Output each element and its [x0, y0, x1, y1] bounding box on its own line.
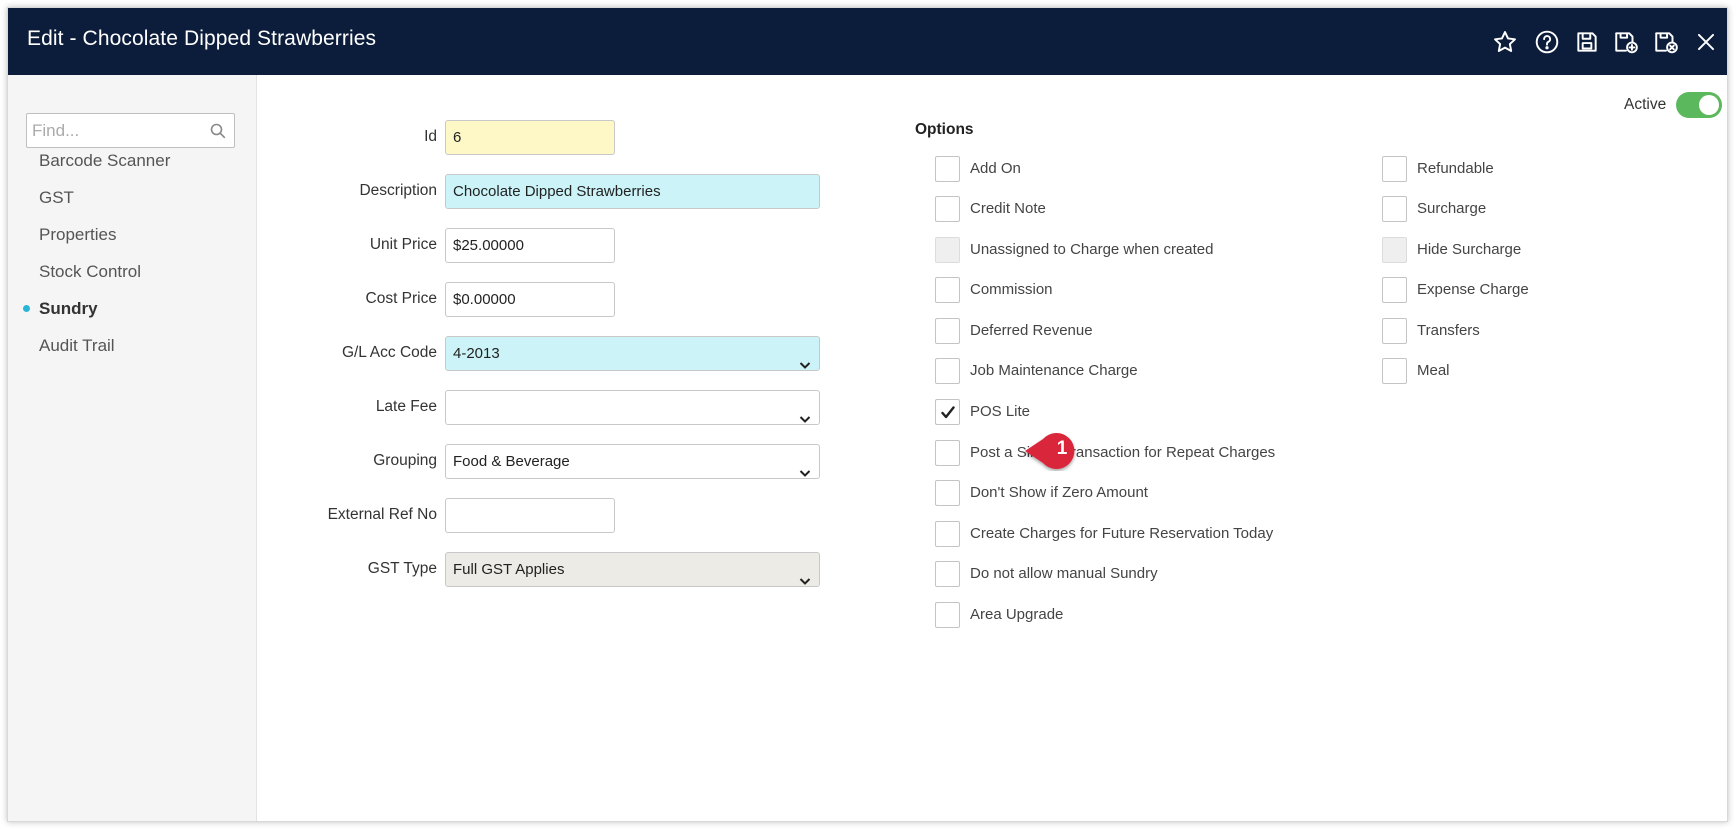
title-bar: Edit - Chocolate Dipped Strawberries: [8, 8, 1727, 75]
option-label: Credit Note: [970, 200, 1046, 217]
option-label: Job Maintenance Charge: [970, 362, 1138, 379]
option-label: Area Upgrade: [970, 606, 1064, 623]
id-field[interactable]: 6: [445, 120, 615, 155]
description-field[interactable]: Chocolate Dipped Strawberries: [445, 174, 820, 209]
option-label: Meal: [1417, 362, 1450, 379]
chevron-down-icon: [799, 349, 811, 369]
sidebar-item-audit-trail[interactable]: Audit Trail: [39, 336, 115, 356]
unit-price-field[interactable]: $25.00000: [445, 228, 615, 263]
sidebar-item-barcode-scanner[interactable]: Barcode Scanner: [39, 151, 170, 171]
late-fee-select[interactable]: [445, 390, 820, 425]
star-icon[interactable]: [1492, 29, 1518, 55]
toggle-knob: [1699, 95, 1719, 115]
checkbox[interactable]: [1382, 196, 1407, 222]
sidebar-item-properties[interactable]: Properties: [39, 225, 116, 245]
checkbox-disabled: [935, 237, 960, 263]
gl-acc-code-label: G/L Acc Code: [341, 344, 437, 361]
help-icon[interactable]: [1534, 29, 1560, 55]
options-title: Options: [915, 121, 974, 138]
grouping-select[interactable]: Food & Beverage: [445, 444, 820, 479]
active-toggle[interactable]: [1676, 92, 1722, 118]
sidebar: Barcode Scanner GST Properties Stock Con…: [8, 75, 257, 821]
checkbox[interactable]: [1382, 318, 1407, 344]
option-label: Hide Surcharge: [1417, 241, 1522, 258]
grouping-label: Grouping: [373, 452, 437, 469]
gl-acc-code-value: 4-2013: [453, 345, 500, 362]
unit-price-label: Unit Price: [369, 236, 437, 253]
find-box[interactable]: [26, 113, 235, 148]
option-label: Post a Single Transaction for Repeat Cha…: [970, 444, 1276, 461]
option-label: Transfers: [1417, 322, 1480, 339]
gst-type-select[interactable]: Full GST Applies: [445, 552, 820, 587]
save-icon[interactable]: [1574, 29, 1600, 55]
id-label: Id: [424, 128, 437, 145]
chevron-down-icon: [799, 457, 811, 477]
close-icon[interactable]: [1693, 29, 1719, 55]
checkbox[interactable]: [1382, 156, 1407, 182]
cost-price-field[interactable]: $0.00000: [445, 282, 615, 317]
checkbox[interactable]: [935, 156, 960, 182]
gl-acc-code-select[interactable]: 4-2013: [445, 336, 820, 371]
gst-type-label: GST Type: [367, 560, 437, 577]
option-label: Surcharge: [1417, 200, 1487, 217]
option-label: Commission: [970, 281, 1053, 298]
edit-window: Edit - Chocolate Dipped Strawberries Bar…: [7, 7, 1728, 822]
option-label: Refundable: [1417, 160, 1494, 177]
external-ref-no-field[interactable]: [445, 498, 615, 533]
option-label: POS Lite: [970, 403, 1031, 420]
grouping-value: Food & Beverage: [453, 453, 570, 470]
description-label: Description: [359, 182, 437, 199]
callout-marker: 1: [1021, 431, 1085, 471]
window-title: Edit - Chocolate Dipped Strawberries: [27, 27, 377, 50]
checkbox[interactable]: [935, 196, 960, 222]
option-label: Don't Show if Zero Amount: [970, 484, 1148, 501]
active-indicator-dot: [23, 305, 30, 312]
checkbox[interactable]: [1382, 358, 1407, 384]
option-label: Unassigned to Charge when created: [970, 241, 1214, 258]
external-ref-no-label: External Ref No: [327, 506, 437, 523]
search-icon[interactable]: [210, 123, 226, 139]
checkbox-disabled: [1382, 237, 1407, 263]
gst-type-value: Full GST Applies: [453, 561, 565, 578]
checkbox[interactable]: [935, 561, 960, 587]
save-new-icon[interactable]: [1613, 29, 1639, 55]
sidebar-item-stock-control[interactable]: Stock Control: [39, 262, 141, 282]
save-close-icon[interactable]: [1653, 29, 1679, 55]
checkbox-checked[interactable]: [935, 399, 960, 425]
callout-number: 1: [1056, 438, 1068, 459]
checkbox[interactable]: [935, 277, 960, 303]
sidebar-item-sundry[interactable]: Sundry: [39, 299, 98, 319]
checkbox[interactable]: [935, 521, 960, 547]
chevron-down-icon: [799, 565, 811, 585]
chevron-down-icon: [799, 403, 811, 423]
option-label: Do not allow manual Sundry: [970, 565, 1158, 582]
checkbox[interactable]: [935, 440, 960, 466]
option-label: Create Charges for Future Reservation To…: [970, 525, 1274, 542]
main-panel: Id 6 Description Chocolate Dipped Strawb…: [257, 75, 1727, 821]
option-label: Expense Charge: [1417, 281, 1529, 298]
sidebar-item-gst[interactable]: GST: [39, 188, 74, 208]
option-label: Deferred Revenue: [970, 322, 1093, 339]
checkmark-icon: [941, 406, 955, 419]
checkbox[interactable]: [1382, 277, 1407, 303]
option-label: Add On: [970, 160, 1021, 177]
find-input[interactable]: [27, 114, 197, 147]
checkbox[interactable]: [935, 318, 960, 344]
active-label: Active: [1624, 96, 1667, 113]
late-fee-label: Late Fee: [375, 398, 437, 415]
checkbox[interactable]: [935, 358, 960, 384]
checkbox[interactable]: [935, 602, 960, 628]
checkbox[interactable]: [935, 480, 960, 506]
cost-price-label: Cost Price: [365, 290, 438, 307]
